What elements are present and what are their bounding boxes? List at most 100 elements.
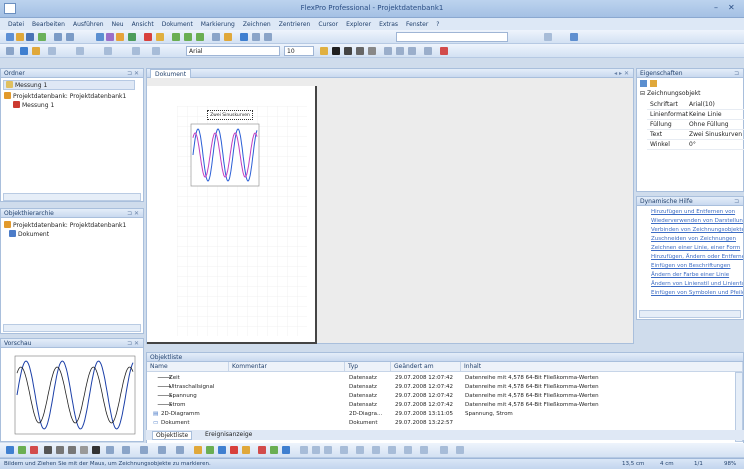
open-icon[interactable] [16,33,24,41]
menu-zeichnen[interactable]: Zeichnen [243,21,271,28]
col-name[interactable]: Name [147,362,229,372]
cursor-next-icon[interactable] [270,446,278,454]
line-color-icon[interactable] [122,446,130,454]
tab-icon[interactable] [132,47,140,55]
bold-chart-icon[interactable] [20,47,28,55]
object-row-zeit[interactable]: 🡒 Zeit Datensatz 29.07.2008 12:07:42 Datenre… [147,374,737,382]
tree-item-messung[interactable]: Messung 1 [13,101,54,110]
tree-item-projektdatenbank[interactable]: Projektdatenbank: Projektdatenbank1 [4,92,126,101]
menu-dokument[interactable]: Dokument [162,21,193,28]
window-icon[interactable] [570,33,578,41]
help-link[interactable]: Wiederverwenden von Darstellungen [651,217,743,225]
style-icon[interactable] [6,47,14,55]
folder-icon[interactable] [32,47,40,55]
line-tool-icon[interactable] [44,446,52,454]
property-row[interactable]: Winkel 0° [647,140,744,150]
align-tool-icon[interactable] [242,446,250,454]
category-icon[interactable] [650,80,657,87]
help-link[interactable]: Verbinden von Zeichnungsobjekten [651,226,743,234]
superscript-icon[interactable] [368,47,376,55]
cell-icon[interactable] [104,47,112,55]
zoom-icon[interactable] [240,33,248,41]
menu-ansicht[interactable]: Ansicht [132,21,154,28]
close-icon[interactable]: ✕ [728,3,735,12]
properties-icon[interactable] [156,33,164,41]
pin-icon[interactable]: ⊐ [734,197,739,206]
line-style-icon[interactable] [140,446,148,454]
folder-scrollbar[interactable] [3,193,141,201]
polygon-tool-icon[interactable] [80,446,88,454]
sine-chart[interactable] [183,122,263,196]
print-icon[interactable] [38,33,46,41]
table-tool-icon[interactable] [372,446,380,454]
help-link[interactable]: Hinzufügen und Entfernen von [651,208,735,216]
size-combo[interactable]: 10 [284,46,314,56]
menu-help[interactable]: ? [436,21,439,28]
grid-tool-icon[interactable] [420,446,428,454]
zoom-out-icon[interactable] [312,446,320,454]
table-icon[interactable] [184,33,192,41]
redo-icon[interactable] [66,33,74,41]
help-link[interactable]: Hinzufügen, Ändern oder Entfernen [651,253,743,261]
cut-icon[interactable] [96,33,104,41]
help-scrollbar[interactable] [639,310,741,318]
pin-icon[interactable]: ⊐ ✕ [127,209,139,218]
menu-zentrieren[interactable]: Zentrieren [279,21,311,28]
property-row[interactable]: Text Zwei Sinuskurven [647,130,744,140]
tab-objektliste[interactable]: Objektliste [152,431,193,440]
document-nav-icon[interactable]: ◂ ▸ ✕ [614,69,629,78]
font-combo[interactable]: Arial [186,46,280,56]
arrow-tool-icon[interactable] [30,446,38,454]
ungroup-icon[interactable] [206,446,214,454]
property-row[interactable]: Schriftart Arial(10) [647,100,744,110]
bold-icon[interactable] [332,47,340,55]
tab-ereignisanzeige[interactable]: Ereignisanzeige [202,431,255,438]
group-icon[interactable] [194,446,202,454]
menu-explorer[interactable]: Explorer [346,21,371,28]
measure-icon[interactable] [340,446,348,454]
axis-icon[interactable] [404,446,412,454]
marker-icon[interactable] [356,446,364,454]
pin-icon[interactable]: ⊐ ✕ [127,339,139,348]
pin-icon[interactable]: ⊐ ✕ [127,69,139,78]
select-icon[interactable] [6,446,14,454]
property-row[interactable]: Linienformat Keine Linie [647,110,744,120]
align-icon[interactable] [544,33,552,41]
align-center-icon[interactable] [396,47,404,55]
ruler-icon[interactable] [264,33,272,41]
menu-extras[interactable]: Extras [379,21,398,28]
hierarchy-item-db[interactable]: Projektdatenbank: Projektdatenbank1 [4,221,126,230]
list-icon[interactable] [424,47,432,55]
help-link[interactable]: Zuschneiden von Zeichnungen [651,235,736,243]
arrow-icon[interactable] [76,47,84,55]
help-link[interactable]: Ändern der Farbe einer Linie [651,271,729,279]
menu-datei[interactable]: Datei [8,21,24,28]
object-row-dokument[interactable]: ▭ Dokument Dokument 29.07.2008 13:22:57 [147,419,737,427]
fill-tool-icon[interactable] [106,446,114,454]
align-right-icon[interactable] [408,47,416,55]
paste-icon[interactable] [116,33,124,41]
hierarchy-item-dokument[interactable]: Dokument [9,230,49,239]
ellipse-tool-icon[interactable] [68,446,76,454]
cursor-tool-icon[interactable] [258,446,266,454]
toolbar-combo[interactable] [396,32,508,42]
zoom-fit-icon[interactable] [324,446,332,454]
underline-icon[interactable] [356,47,364,55]
help-link[interactable]: Einfügen von Symbolen und Pfeilen [651,289,743,297]
menu-bearbeiten[interactable]: Bearbeiten [32,21,65,28]
col-inhalt[interactable]: Inhalt [461,362,743,372]
shadow-icon[interactable] [176,446,184,454]
help-link[interactable]: Einfügen von Beschriftungen [651,262,731,270]
folder-path-combo[interactable]: Messung 1 [3,80,135,90]
find-icon[interactable] [128,33,136,41]
export-icon[interactable] [440,446,448,454]
new-icon[interactable] [6,33,14,41]
col-geaendert[interactable]: Geändert am [391,362,461,372]
layout-icon[interactable] [212,33,220,41]
frame-icon[interactable] [48,47,56,55]
grid-icon[interactable] [252,33,260,41]
help-link[interactable]: Zeichnen einer Linie, einer Form [651,244,740,252]
menu-cursor[interactable]: Cursor [318,21,338,28]
sort-icon[interactable] [640,80,647,87]
undo-icon[interactable] [54,33,62,41]
